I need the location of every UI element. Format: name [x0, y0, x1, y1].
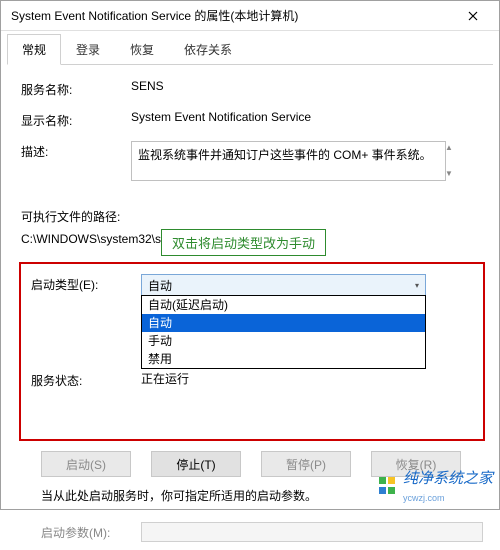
- row-service-name: 服务名称: SENS: [21, 79, 483, 98]
- label-exe-path: 可执行文件的路径:: [21, 207, 483, 229]
- chevron-down-icon: ▾: [415, 281, 419, 290]
- start-button[interactable]: 启动(S): [41, 451, 131, 477]
- option-auto-delayed[interactable]: 自动(延迟启动): [142, 296, 425, 314]
- row-start-params: 启动参数(M):: [21, 522, 483, 542]
- value-status: 正在运行: [141, 370, 189, 389]
- row-description: 描述: 监视系统事件并通知订户这些事件的 COM+ 事件系统。 ▲ ▼: [21, 141, 483, 181]
- watermark-text: 纯净系统之家 ycwzj.com: [403, 467, 493, 505]
- tab-logon[interactable]: 登录: [61, 34, 115, 65]
- startup-type-combobox[interactable]: 自动 ▾: [141, 274, 426, 296]
- scroll-up-icon: ▲: [443, 142, 455, 154]
- tab-strip: 常规 登录 恢复 依存关系: [1, 31, 499, 64]
- pause-button[interactable]: 暂停(P): [261, 451, 351, 477]
- label-description: 描述:: [21, 141, 131, 160]
- value-display-name: System Event Notification Service: [131, 110, 483, 124]
- tab-recovery[interactable]: 恢复: [115, 34, 169, 65]
- label-start-params: 启动参数(M):: [41, 524, 141, 541]
- value-service-name: SENS: [131, 79, 483, 93]
- close-button[interactable]: [453, 2, 493, 30]
- titlebar: System Event Notification Service 的属性(本地…: [1, 1, 499, 31]
- startup-type-dropdown: 自动(延迟启动) 自动 手动 禁用: [141, 295, 426, 369]
- option-disabled[interactable]: 禁用: [142, 350, 425, 368]
- row-status: 服务状态: 正在运行: [31, 370, 473, 389]
- label-display-name: 显示名称:: [21, 110, 131, 129]
- highlight-box: 启动类型(E): 自动 ▾ 自动(延迟启动) 自动 手动 禁用 服务状态:: [19, 262, 485, 441]
- watermark-logo-icon: [379, 477, 397, 495]
- startup-type-wrapper: 自动 ▾ 自动(延迟启动) 自动 手动 禁用: [141, 274, 426, 296]
- label-startup-type: 启动类型(E):: [31, 274, 141, 293]
- label-service-name: 服务名称:: [21, 79, 131, 98]
- option-auto[interactable]: 自动: [142, 314, 425, 332]
- row-startup-type: 启动类型(E): 自动 ▾ 自动(延迟启动) 自动 手动 禁用: [31, 274, 473, 296]
- watermark: 纯净系统之家 ycwzj.com: [379, 467, 493, 505]
- tab-general[interactable]: 常规: [7, 34, 61, 65]
- close-icon: [468, 11, 478, 21]
- value-description: 监视系统事件并通知订户这些事件的 COM+ 事件系统。: [138, 148, 432, 162]
- scroll-down-icon: ▼: [443, 168, 455, 180]
- label-status: 服务状态:: [31, 370, 141, 389]
- description-box: 监视系统事件并通知订户这些事件的 COM+ 事件系统。 ▲ ▼: [131, 141, 446, 181]
- properties-dialog: System Event Notification Service 的属性(本地…: [0, 0, 500, 510]
- option-manual[interactable]: 手动: [142, 332, 425, 350]
- window-title: System Event Notification Service 的属性(本地…: [11, 7, 298, 24]
- annotation-callout: 双击将启动类型改为手动: [161, 229, 326, 256]
- startup-type-selected: 自动: [148, 277, 172, 294]
- description-scrollbar[interactable]: ▲ ▼: [443, 142, 455, 180]
- start-params-input[interactable]: [141, 522, 483, 542]
- tab-dependencies[interactable]: 依存关系: [169, 34, 247, 65]
- row-display-name: 显示名称: System Event Notification Service: [21, 110, 483, 129]
- stop-button[interactable]: 停止(T): [151, 451, 241, 477]
